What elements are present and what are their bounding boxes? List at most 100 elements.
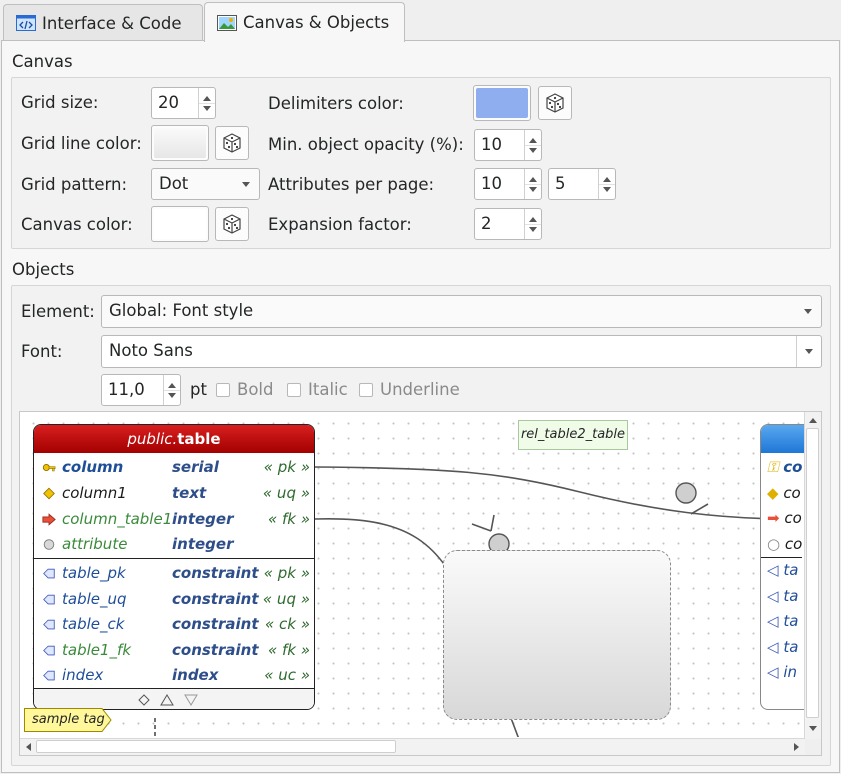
preview-canvas[interactable]: rel_table2_table public.table column ser… [19,411,822,756]
element-combo[interactable]: Global: Font style [101,295,822,328]
table-row: table_pk constraint « pk » [34,561,314,586]
chevron-down-icon [805,349,813,354]
chevron-down-icon [242,182,250,187]
table-separator [34,558,314,559]
extra-name: table1_fk [62,641,132,659]
min-opacity-spinbox[interactable]: 10 [474,129,542,161]
bold-label: Bold [237,380,274,399]
table2-row: ◁ ta [767,612,799,630]
font-combo-dropdown-button[interactable] [796,336,821,367]
relationship-line-1 [314,466,781,520]
scroll-down-icon[interactable] [809,726,817,731]
table2-row: ◁ ta [761,557,803,584]
bold-checkbox[interactable] [216,383,230,397]
canvas-color-swatch [154,209,206,239]
expansion-factor-stepper[interactable] [524,209,541,239]
dice-icon [223,133,241,153]
table2-row: ⚿ co [767,458,803,476]
table-row: column1 text « uq » [34,481,314,506]
column-name: attribute [62,535,128,553]
preview-horizontal-scrollbar[interactable] [20,738,805,755]
grid-line-color-button[interactable] [151,125,209,161]
font-value: Noto Sans [109,341,193,360]
min-opacity-label: Min. object opacity (%): [268,135,464,154]
placeholder-object [443,550,671,720]
constraint-icon [43,594,55,605]
table-row: attribute integer [34,532,314,557]
tab-interface-code[interactable]: Interface & Code [3,4,203,41]
font-combo[interactable]: Noto Sans [101,335,822,368]
delimiters-color-button[interactable] [473,85,531,121]
extra-name: index [62,666,104,684]
underline-label: Underline [380,380,460,399]
table2-object: ⚿ co ◆ co ➡ co ○ co ◁ ta ◁ ta ◁ ta ◁ ta … [760,424,805,710]
font-size-stepper[interactable] [163,375,180,405]
italic-checkbox[interactable] [287,383,301,397]
canvas-color-label: Canvas color: [21,215,133,234]
scroll-left-icon[interactable] [26,743,31,751]
extra-name: table_pk [62,564,126,582]
relationship-point-1 [675,482,697,504]
pagination-controls-icon[interactable] [138,693,208,707]
grid-line-color-label: Grid line color: [21,134,142,153]
extended-attributes-per-page-spinbox[interactable]: 5 [548,168,616,200]
grid-pattern-combo[interactable]: Dot [151,168,260,200]
delimiters-color-label: Delimiters color: [268,94,404,113]
column-name: column [62,458,124,476]
attributes-per-page-stepper[interactable] [524,169,541,199]
column-type: integer [172,535,234,553]
column-type: text [172,484,207,502]
canvas-section-title: Canvas [12,52,73,71]
column-type: serial [172,458,219,476]
underline-checkbox[interactable] [359,383,373,397]
table-schema: public. [127,430,178,448]
extra-constraint: « uc » [264,666,310,684]
scroll-right-icon[interactable] [794,743,799,751]
preview-scene: rel_table2_table public.table column ser… [20,412,805,737]
font-size-spinbox[interactable]: 11,0 [101,374,181,406]
canvas-image-icon [217,14,237,31]
column-type: integer [172,510,234,528]
grid-line-color-swatch [154,128,206,158]
column-name: column_table1 [62,510,173,528]
table-row: table_ck constraint « ck » [34,612,314,637]
delimiters-color-random-button[interactable] [538,86,572,120]
italic-label: Italic [308,380,348,399]
grid-pattern-label: Grid pattern: [21,175,128,194]
element-label: Element: [21,302,95,321]
grid-size-stepper[interactable] [198,88,215,118]
table2-row: ➡ co [767,509,802,527]
extended-attributes-per-page-stepper[interactable] [598,169,615,199]
table2-row: ◁ ta [767,637,799,656]
grid-size-spinbox[interactable]: 20 [151,87,216,119]
table2-rows: ⚿ co ◆ co ➡ co ○ co ◁ ta ◁ ta ◁ ta ◁ ta … [761,455,803,686]
column-constraint: « pk » [263,458,310,476]
min-opacity-stepper[interactable] [524,130,541,160]
delimiters-color-swatch [476,88,528,118]
extra-name: table_ck [62,615,125,633]
scroll-up-icon[interactable] [809,418,817,423]
column-name: column1 [62,484,127,502]
constraint-icon [43,568,55,579]
attributes-per-page-spinbox[interactable]: 10 [474,168,542,200]
objects-section-title: Objects [12,260,75,279]
table2-row: ◆ co [767,483,801,502]
extended-attributes-per-page-value: 5 [555,174,566,193]
grid-line-color-random-button[interactable] [215,126,249,160]
extra-constraint: « uq » [262,590,310,608]
attributes-per-page-label: Attributes per page: [268,175,435,194]
grid-size-value: 20 [158,93,179,112]
tab-canvas-objects[interactable]: Canvas & Objects [204,2,405,42]
expansion-factor-label: Expansion factor: [268,215,412,234]
canvas-color-random-button[interactable] [215,207,249,241]
vertical-scroll-thumb[interactable] [806,428,819,718]
font-size-unit: pt [190,380,207,399]
horizontal-scroll-thumb[interactable] [36,740,396,753]
table-row: column serial « pk » [34,455,314,480]
element-value: Global: Font style [109,301,254,320]
table-object: public.table column serial « pk » column… [33,424,315,710]
table2-header [761,425,805,453]
expansion-factor-spinbox[interactable]: 2 [474,208,542,240]
preview-vertical-scrollbar[interactable] [804,412,821,739]
canvas-color-button[interactable] [151,206,209,242]
